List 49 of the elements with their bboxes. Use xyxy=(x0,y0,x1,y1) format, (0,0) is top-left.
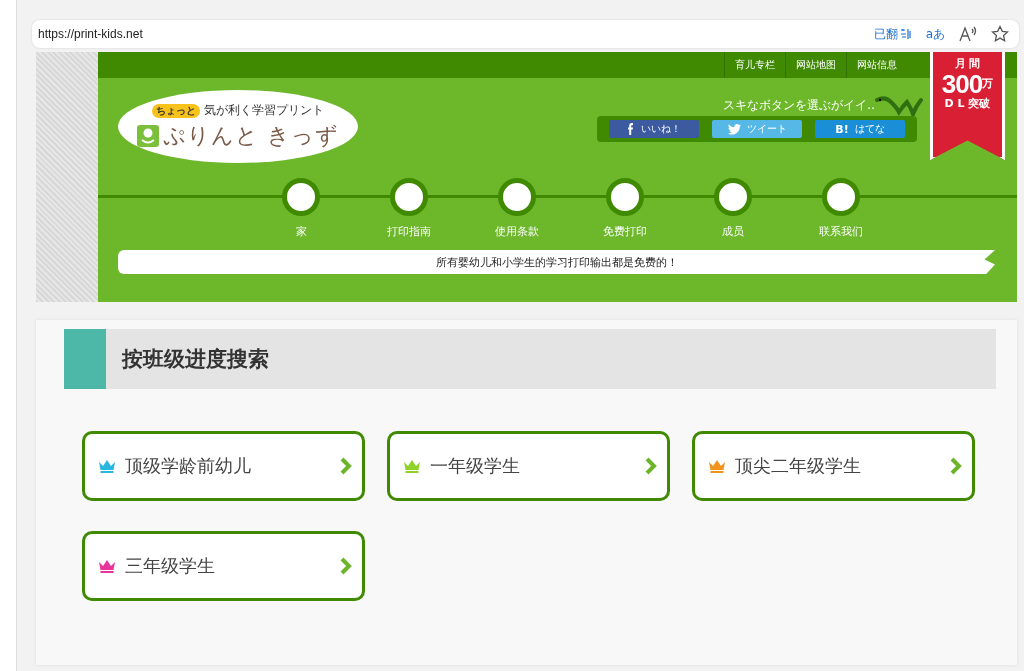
accent-bar xyxy=(64,329,106,389)
snake-icon xyxy=(875,94,923,116)
nav-link[interactable]: 成员 xyxy=(722,224,744,239)
share-button[interactable]: ツイート xyxy=(712,120,802,138)
grade-link[interactable]: 一年级学生 xyxy=(387,431,670,501)
ribbon-label: D L 突破 xyxy=(944,97,991,111)
address-bar[interactable]: https://print-kids.net 已翻 aあ xyxy=(32,20,1019,48)
translate-button[interactable]: 已翻 xyxy=(873,25,912,43)
section-title: 按班级进度搜索 xyxy=(122,346,269,373)
logo-badge: ちょっと xyxy=(152,103,200,118)
top-link[interactable]: 网站信息 xyxy=(846,52,907,78)
nav-circle[interactable] xyxy=(498,178,536,216)
url-text: https://print-kids.net xyxy=(38,27,143,41)
chevron-icon xyxy=(645,457,657,475)
grade-link[interactable]: 顶尖二年级学生 xyxy=(692,431,975,501)
banner-text: 所有婴幼儿和小学生的学习打印输出都是免费的！ xyxy=(435,254,678,270)
logo-tagline: 気が利く学習プリント xyxy=(204,102,324,119)
share-button[interactable]: B! はてな xyxy=(815,120,905,138)
nav-link[interactable]: 家 xyxy=(295,224,307,239)
chevron-icon xyxy=(950,457,962,475)
star-icon[interactable] xyxy=(991,25,1009,43)
nav-link[interactable]: 联系我们 xyxy=(819,224,863,239)
ribbon-unit: 万 xyxy=(982,77,994,90)
nav-circle[interactable] xyxy=(822,178,860,216)
logo-icon xyxy=(137,125,159,147)
chevron-icon xyxy=(340,457,352,475)
chevron-icon xyxy=(340,557,352,575)
read-aloud-icon[interactable] xyxy=(959,26,977,42)
nav-circle[interactable] xyxy=(390,178,428,216)
logo-bubble[interactable]: ちょっと 気が利く学習プリント ぷりんと きっず xyxy=(118,90,358,163)
nav-circle[interactable] xyxy=(606,178,644,216)
facebook-icon xyxy=(627,123,635,135)
nav-link[interactable]: 使用条款 xyxy=(495,224,539,239)
nav-link[interactable]: 打印指南 xyxy=(387,224,431,239)
share-button[interactable]: いいね！ xyxy=(609,120,699,138)
bird-icon xyxy=(727,123,741,135)
share-prompt: スキなボタンを選ぶがイイ‥ xyxy=(723,97,875,114)
font-button[interactable]: aあ xyxy=(925,25,945,43)
grade-link[interactable]: 三年级学生 xyxy=(82,531,365,601)
grade-link[interactable]: 顶级学龄前幼儿 xyxy=(82,431,365,501)
logo-name: ぷりんと きっず xyxy=(163,122,339,150)
top-link[interactable]: 网站地图 xyxy=(785,52,846,78)
nav-circle[interactable] xyxy=(282,178,320,216)
nav-link[interactable]: 免费打印 xyxy=(603,224,647,239)
nav-circle[interactable] xyxy=(714,178,752,216)
hatena-mark: B! xyxy=(835,122,849,136)
ribbon-label: 月 間 xyxy=(954,57,981,71)
ribbon-number: 300 xyxy=(941,71,983,97)
top-link[interactable]: 育儿专栏 xyxy=(724,52,785,78)
